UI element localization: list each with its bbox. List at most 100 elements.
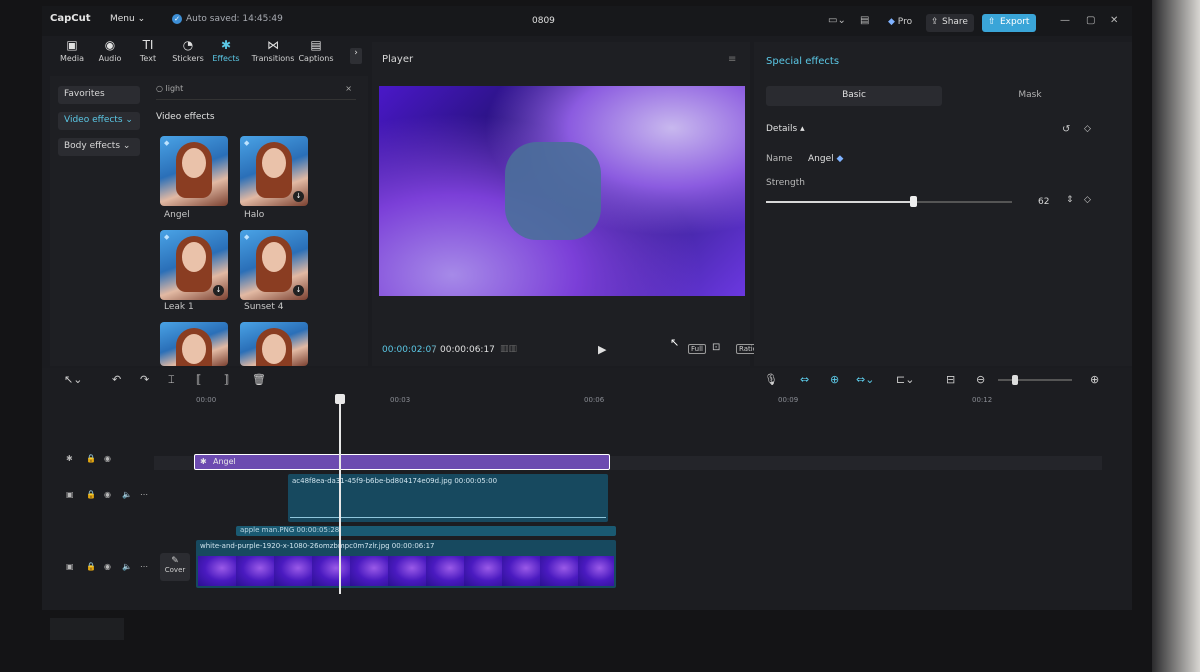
effect-clip[interactable]: ✱ Angel [194, 454, 610, 470]
minimize-icon[interactable]: — [1060, 15, 1070, 26]
effect-thumb-halo[interactable]: ◆ ↓ [240, 136, 308, 206]
effect-clip-label: Angel [213, 457, 236, 466]
tool-text[interactable]: TI Text [128, 38, 168, 63]
player-panel: Player ≡ 00:00:02:07 / 00:00:06:17 ▥▥ ▶ … [372, 42, 776, 366]
details-toggle[interactable]: Details ▴ [766, 124, 805, 134]
download-icon[interactable]: ↓ [213, 285, 224, 296]
redo-icon[interactable]: ↷ [140, 373, 149, 386]
playhead[interactable] [339, 396, 341, 594]
frame-thumb [274, 556, 314, 586]
keyframe-icon[interactable]: ◇ [1084, 195, 1091, 205]
zoom-slider-handle[interactable] [1012, 375, 1018, 385]
effect-thumb-sunset-4[interactable]: ◆ ↓ [240, 230, 308, 300]
play-icon: ▶ [598, 343, 607, 356]
shortcut-icon[interactable]: ▤ [860, 15, 869, 26]
tool-audio[interactable]: ◉ Audio [90, 38, 130, 63]
zoom-in-icon[interactable]: ⊕ [1090, 373, 1099, 386]
eye-icon[interactable]: ◉ [104, 562, 111, 571]
tool-label: Transitions [251, 54, 295, 63]
tool-label: Media [59, 54, 85, 63]
download-icon[interactable]: ↓ [293, 191, 304, 202]
strength-slider-handle[interactable] [910, 196, 917, 207]
preview-axis-icon[interactable]: ⊏⌄ [896, 373, 914, 386]
eye-icon[interactable]: ◉ [104, 490, 111, 499]
frame-thumb [502, 556, 542, 586]
section-title: Video effects [156, 112, 215, 122]
tab-mask[interactable]: Mask [942, 86, 1118, 106]
cover-button[interactable]: ✎ Cover [160, 553, 190, 581]
tool-effects[interactable]: ✱ Effects [206, 38, 246, 63]
more-icon[interactable]: ⋯ [140, 562, 148, 571]
zoom-out-icon[interactable]: ⊖ [976, 373, 985, 386]
time-ruler[interactable]: 00:00 00:03 00:06 00:09 00:12 [192, 394, 1132, 408]
capcut-window: CapCut Menu ⌄ ✓ Auto saved: 14:45:49 0809… [42, 6, 1132, 610]
waveform-icon[interactable]: ▥▥ [500, 344, 517, 354]
effect-thumb-more[interactable] [240, 322, 308, 366]
tab-basic[interactable]: Basic [766, 86, 942, 106]
caption-icon[interactable]: ⊟ [946, 373, 955, 386]
trim-left-icon[interactable]: ⟦ [196, 373, 201, 386]
lock-icon[interactable]: 🔒 [86, 562, 96, 571]
autosave-text: Auto saved: 14:45:49 [186, 14, 283, 24]
category-video-effects[interactable]: Video effects ⌄ [58, 112, 140, 130]
effect-thumb-more[interactable] [160, 322, 228, 366]
eye-icon[interactable]: ◉ [104, 454, 111, 463]
tool-stickers[interactable]: ◔ Stickers [168, 38, 208, 63]
crop-icon[interactable]: ⊡ [712, 342, 720, 353]
category-favorites[interactable]: Favorites [58, 86, 140, 104]
pro-badge[interactable]: ◆ Pro [888, 17, 912, 27]
app-logo: CapCut [50, 13, 91, 24]
full-button[interactable]: Full [688, 344, 706, 354]
mouse-cursor-icon: ↖ [670, 336, 680, 349]
more-icon[interactable]: ⋯ [140, 490, 148, 499]
effect-name: Angel [808, 154, 834, 164]
volume-icon[interactable]: 🔈 [122, 490, 132, 499]
tool-label: Captions [298, 54, 334, 63]
search-icon: ○ [156, 84, 163, 93]
category-label: Body effects [64, 141, 121, 151]
reset-icon[interactable]: ↺ [1062, 124, 1070, 135]
effect-thumb-angel[interactable]: ◆ [160, 136, 228, 206]
split-icon[interactable]: ⌶ [168, 373, 175, 387]
menu-icon[interactable]: ≡ [728, 54, 736, 65]
tool-captions[interactable]: ▤ Captions [296, 38, 336, 63]
toolbar-next-button[interactable]: › [350, 48, 362, 64]
frame-thumb [388, 556, 428, 586]
microphone-icon[interactable]: 🎙 [764, 373, 778, 386]
export-button[interactable]: ⇧ Export [982, 14, 1036, 32]
lock-icon[interactable]: 🔒 [86, 454, 96, 463]
project-title: 0809 [532, 16, 555, 26]
layout-icon[interactable]: ▭⌄ [828, 15, 846, 26]
select-tool-icon[interactable]: ↖⌄ [64, 373, 82, 386]
undo-icon[interactable]: ↶ [112, 373, 121, 386]
category-body-effects[interactable]: Body effects ⌄ [58, 138, 140, 156]
effects-search-input[interactable]: ○ light × [156, 84, 356, 100]
strength-value[interactable]: 62 [1038, 197, 1049, 207]
keyframe-icon[interactable]: ◇ [1084, 124, 1091, 134]
delete-icon[interactable]: 🗑 [252, 373, 266, 386]
diamond-icon: ◆ [164, 233, 170, 241]
download-icon[interactable]: ↓ [293, 285, 304, 296]
menu-button[interactable]: Menu ⌄ [110, 14, 145, 24]
tool-media[interactable]: ▣ Media [52, 38, 92, 63]
video-preview[interactable] [379, 86, 745, 296]
link-icon[interactable]: ⇔ [800, 373, 809, 386]
snap-icon[interactable]: ⇔⌄ [856, 373, 874, 386]
volume-line[interactable] [290, 517, 606, 518]
clear-icon[interactable]: × [345, 84, 352, 93]
stepper-icon[interactable]: ⇕ [1066, 195, 1074, 205]
magnet-icon[interactable]: ⊕ [830, 373, 839, 386]
volume-icon[interactable]: 🔈 [122, 562, 132, 571]
play-button[interactable]: ▶ [598, 343, 606, 356]
maximize-icon[interactable]: ▢ [1086, 15, 1095, 26]
tool-transitions[interactable]: ⋈ Transitions [250, 38, 296, 63]
captions-icon: ▤ [310, 38, 322, 52]
close-icon[interactable]: ✕ [1110, 15, 1118, 26]
trim-right-icon[interactable]: ⟧ [224, 373, 229, 386]
chevron-down-icon: ⌄ [125, 115, 133, 125]
share-button[interactable]: ⇪ Share [926, 14, 974, 32]
video-track-icon: ▣ [66, 490, 74, 499]
effect-thumb-leak-1[interactable]: ◆ ↓ [160, 230, 228, 300]
lock-icon[interactable]: 🔒 [86, 490, 96, 499]
zoom-slider[interactable] [998, 379, 1072, 381]
